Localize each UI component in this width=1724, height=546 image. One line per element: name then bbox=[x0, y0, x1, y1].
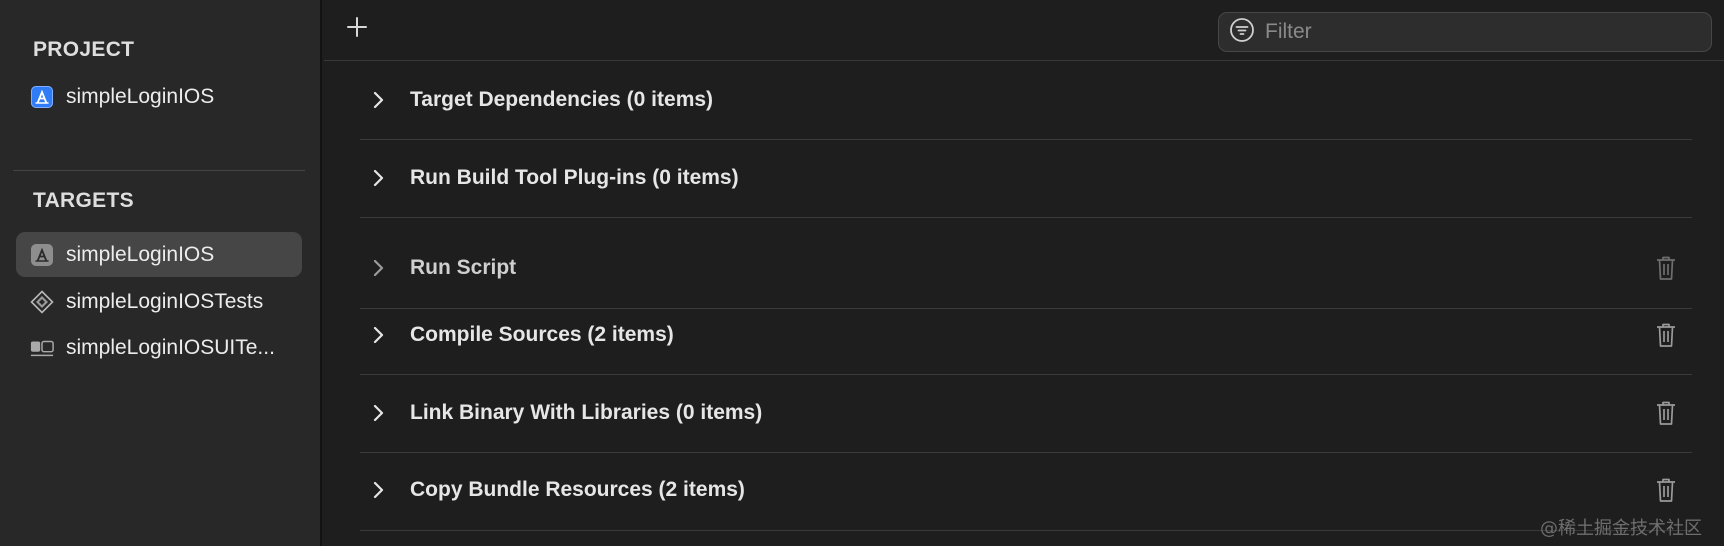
filter-field[interactable] bbox=[1218, 12, 1712, 52]
build-phase-copy-bundle-resources[interactable]: Copy Bundle Resources (2 items) bbox=[360, 470, 1692, 510]
sidebar-item-label: simpleLoginIOS bbox=[66, 242, 215, 266]
build-phase-link-binary[interactable]: Link Binary With Libraries (0 items) bbox=[360, 393, 1692, 433]
xcode-build-phases-window: PROJECT simpleLoginIOS TARGETS simpleLog… bbox=[0, 0, 1724, 546]
build-phase-title: Target Dependencies (0 items) bbox=[410, 88, 714, 111]
phase-divider bbox=[360, 308, 1692, 309]
build-phase-title: Run Script bbox=[410, 256, 517, 279]
sidebar-item-label: simpleLoginIOSTests bbox=[66, 289, 264, 313]
filter-icon bbox=[1229, 17, 1255, 48]
targets-section-header: TARGETS bbox=[33, 189, 134, 212]
trash-icon[interactable] bbox=[1654, 254, 1678, 282]
sidebar-item-label: simpleLoginIOSUITe... bbox=[66, 335, 275, 359]
chevron-right-icon[interactable] bbox=[368, 480, 388, 500]
sidebar: PROJECT simpleLoginIOS TARGETS simpleLog… bbox=[0, 0, 322, 546]
build-phases-panel: Target Dependencies (0 items) Run Build … bbox=[324, 0, 1724, 546]
build-phase-run-script[interactable]: Run Script bbox=[360, 248, 1692, 288]
sidebar-item-target-app[interactable]: simpleLoginIOS bbox=[16, 232, 302, 277]
phase-divider bbox=[360, 530, 1692, 531]
phase-divider bbox=[360, 374, 1692, 375]
sidebar-item-label: simpleLoginIOS bbox=[66, 84, 215, 108]
build-phases-toolbar bbox=[324, 0, 1724, 61]
chevron-right-icon[interactable] bbox=[368, 168, 388, 188]
trash-icon[interactable] bbox=[1654, 321, 1678, 349]
chevron-right-icon[interactable] bbox=[368, 258, 388, 278]
xcode-project-icon bbox=[30, 85, 54, 109]
build-phase-title: Run Build Tool Plug-ins (0 items) bbox=[410, 166, 739, 189]
unit-test-target-icon bbox=[30, 289, 54, 314]
build-phase-title: Copy Bundle Resources (2 items) bbox=[410, 478, 745, 501]
project-section-header: PROJECT bbox=[33, 38, 135, 61]
sidebar-item-target-tests[interactable]: simpleLoginIOSTests bbox=[16, 279, 302, 324]
plus-icon bbox=[345, 15, 369, 44]
phase-divider bbox=[360, 452, 1692, 453]
chevron-right-icon[interactable] bbox=[368, 90, 388, 110]
add-build-phase-button[interactable] bbox=[342, 14, 372, 44]
filter-input[interactable] bbox=[1263, 19, 1683, 45]
trash-icon[interactable] bbox=[1654, 399, 1678, 427]
watermark: @稀土掘金技术社区 bbox=[1540, 518, 1702, 539]
build-phase-compile-sources[interactable]: Compile Sources (2 items) bbox=[360, 315, 1692, 355]
trash-icon[interactable] bbox=[1654, 476, 1678, 504]
app-target-icon bbox=[30, 243, 54, 267]
build-phase-title: Compile Sources (2 items) bbox=[410, 323, 674, 346]
build-phase-run-build-tool-plugins[interactable]: Run Build Tool Plug-ins (0 items) bbox=[360, 158, 1692, 198]
sidebar-divider bbox=[13, 170, 305, 171]
ui-test-target-icon bbox=[30, 336, 54, 360]
build-phase-title: Link Binary With Libraries (0 items) bbox=[410, 401, 763, 424]
phase-divider bbox=[360, 217, 1692, 218]
sidebar-item-project[interactable]: simpleLoginIOS bbox=[16, 74, 302, 119]
sidebar-item-target-uitests[interactable]: simpleLoginIOSUITe... bbox=[16, 325, 302, 370]
chevron-right-icon[interactable] bbox=[368, 403, 388, 423]
phase-divider bbox=[360, 139, 1692, 140]
chevron-right-icon[interactable] bbox=[368, 325, 388, 345]
build-phase-target-dependencies[interactable]: Target Dependencies (0 items) bbox=[360, 80, 1692, 120]
